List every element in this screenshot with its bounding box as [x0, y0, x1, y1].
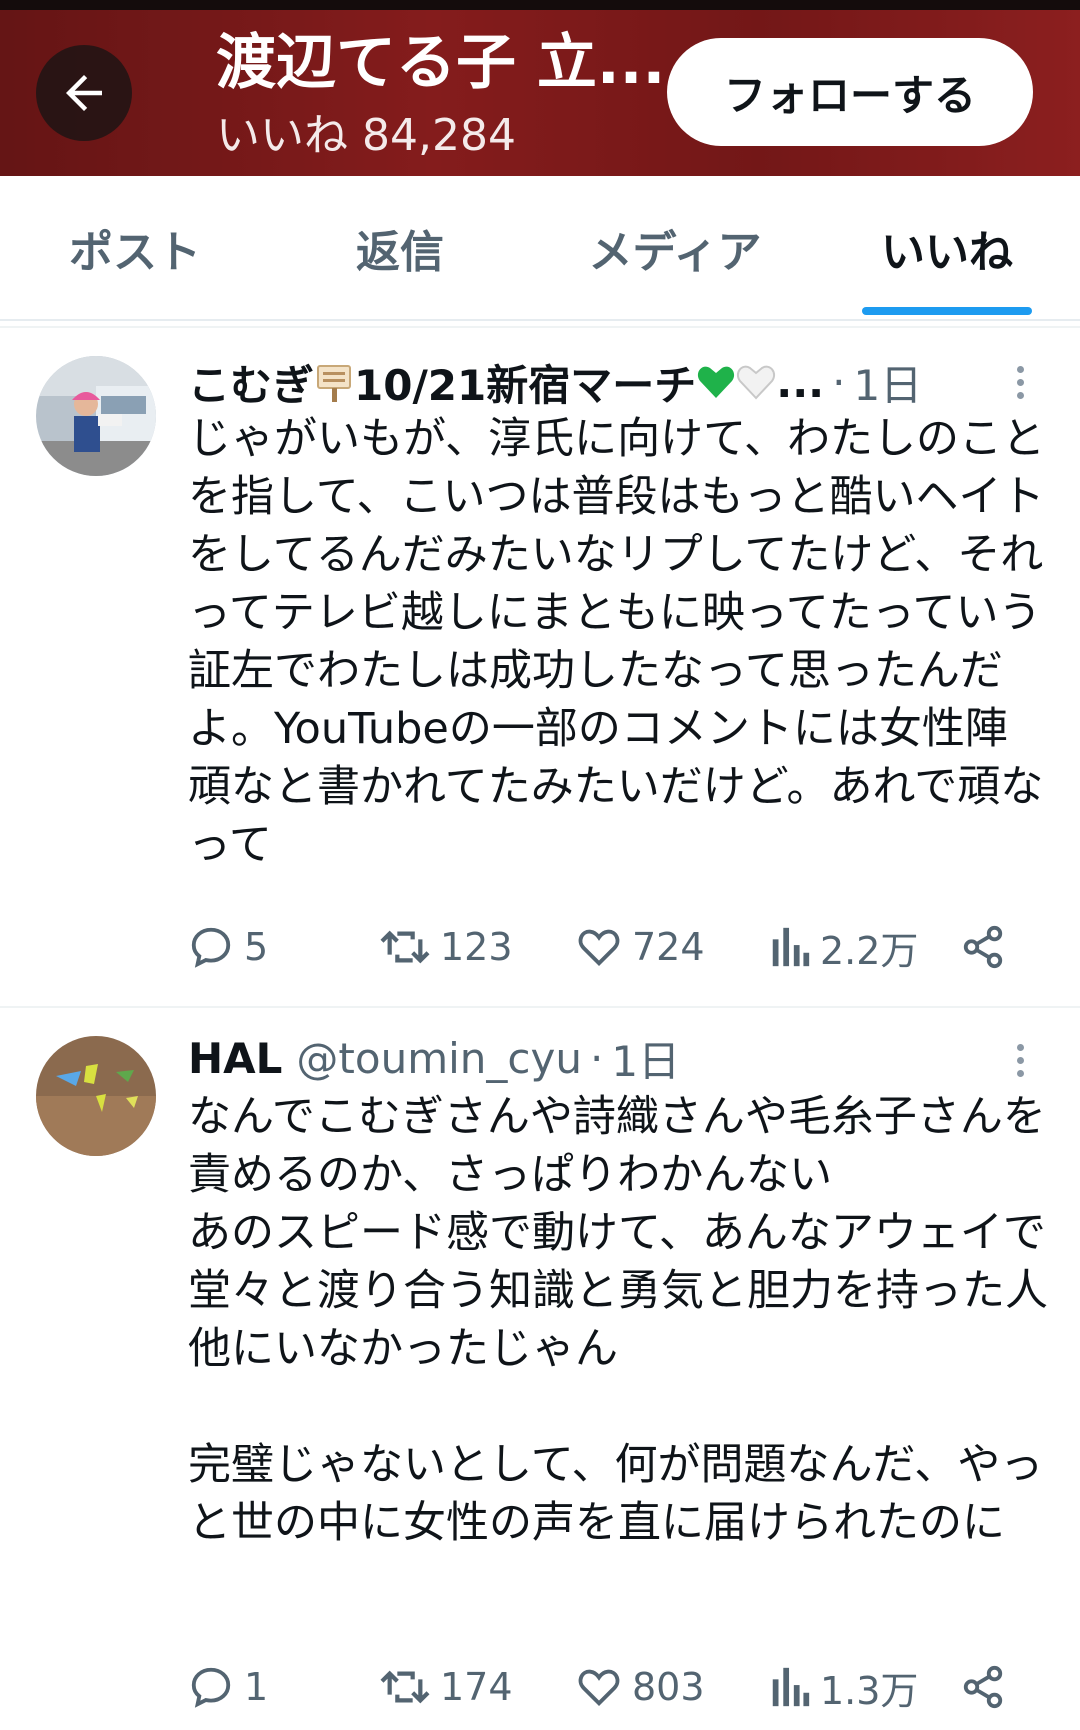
repost-button[interactable]: 123 — [380, 912, 513, 982]
active-tab-indicator — [862, 307, 1032, 315]
repost-icon — [380, 930, 430, 964]
author-handle[interactable]: @toumin_cyu — [296, 1034, 582, 1083]
share-icon — [963, 1665, 1003, 1709]
share-button[interactable] — [960, 912, 1016, 982]
profile-header: 渡辺てる子 立... いいね 84,284 フォローする — [0, 0, 1080, 176]
post-text: なんでこむぎさんや詩織さんや毛糸子さんを責めるのか、さっぱりわかんない あのスピ… — [188, 1092, 1048, 1548]
more-options-button[interactable] — [1006, 1030, 1034, 1090]
reply-button[interactable]: 1 — [188, 1652, 268, 1722]
separator-dot: · — [832, 357, 846, 407]
tab-replies[interactable]: 返信 — [300, 176, 500, 319]
avatar[interactable] — [36, 1036, 156, 1156]
post-actions: 1 174 803 1.3万 — [188, 1652, 1048, 1722]
avatar[interactable] — [36, 356, 156, 476]
arrow-left-icon — [66, 75, 102, 111]
reply-count: 1 — [244, 1665, 269, 1709]
profile-tabs: ポスト 返信 メディア いいね — [0, 176, 1080, 321]
post-actions: 5 123 724 2.2万 — [188, 912, 1048, 982]
signpost-icon — [317, 365, 352, 402]
repost-count: 174 — [440, 1665, 513, 1709]
more-icon-dot — [1016, 365, 1024, 373]
heart-icon — [578, 1669, 620, 1707]
tab-media[interactable]: メディア — [560, 176, 790, 319]
repost-count: 123 — [440, 925, 513, 969]
post-text: じゃがいもが、淳氏に向けて、わたしのことを指して、こいつは普段はもっと酷いヘイト… — [188, 414, 1045, 870]
like-button[interactable]: 724 — [576, 912, 705, 982]
more-icon-dot — [1016, 1069, 1024, 1077]
more-options-button[interactable] — [1006, 352, 1034, 412]
analytics-icon — [772, 1667, 810, 1707]
profile-name: 渡辺てる子 立... — [216, 28, 666, 98]
post-time[interactable]: 1日 — [611, 1028, 680, 1089]
name-ellipsis: ... — [776, 357, 825, 407]
share-icon — [963, 925, 1003, 969]
more-icon-dot — [1016, 378, 1024, 386]
like-button[interactable]: 803 — [576, 1652, 705, 1722]
repost-button[interactable]: 174 — [380, 1652, 513, 1722]
views-button[interactable]: 2.2万 — [770, 912, 918, 982]
post-header: こむぎ 10/21新宿マーチ ... · 1日 — [188, 352, 922, 412]
author-name-suffix[interactable]: 10/21新宿マーチ — [354, 352, 696, 413]
tab-posts[interactable]: ポスト — [40, 176, 230, 319]
back-button[interactable] — [36, 45, 132, 141]
like-count: 803 — [632, 1665, 705, 1709]
reply-count: 5 — [244, 925, 269, 969]
likes-count: いいね 84,284 — [216, 110, 516, 161]
more-icon-dot — [1016, 1056, 1024, 1064]
post-header: HAL @toumin_cyu · 1日 — [188, 1028, 680, 1088]
heart-icon — [578, 929, 620, 967]
divider — [0, 326, 1080, 328]
white-heart-icon — [737, 365, 776, 400]
like-count: 724 — [632, 925, 705, 969]
author-name[interactable]: HAL — [188, 1034, 282, 1083]
more-icon-dot — [1016, 1043, 1024, 1051]
more-icon-dot — [1016, 391, 1024, 399]
view-count: 1.3万 — [820, 1668, 919, 1713]
separator-dot: · — [589, 1033, 604, 1083]
post-time[interactable]: 1日 — [854, 352, 923, 413]
author-name[interactable]: こむぎ — [188, 352, 314, 413]
follow-button[interactable]: フォローする — [667, 38, 1033, 146]
divider — [0, 1006, 1080, 1008]
analytics-icon — [772, 927, 810, 967]
view-count: 2.2万 — [820, 928, 919, 973]
reply-icon — [191, 927, 231, 968]
share-button[interactable] — [960, 1652, 1016, 1722]
green-heart-icon — [698, 366, 735, 398]
views-button[interactable]: 1.3万 — [770, 1652, 918, 1722]
repost-icon — [380, 1670, 430, 1704]
reply-button[interactable]: 5 — [188, 912, 268, 982]
reply-icon — [191, 1667, 231, 1708]
tab-likes[interactable]: いいね — [850, 176, 1044, 319]
